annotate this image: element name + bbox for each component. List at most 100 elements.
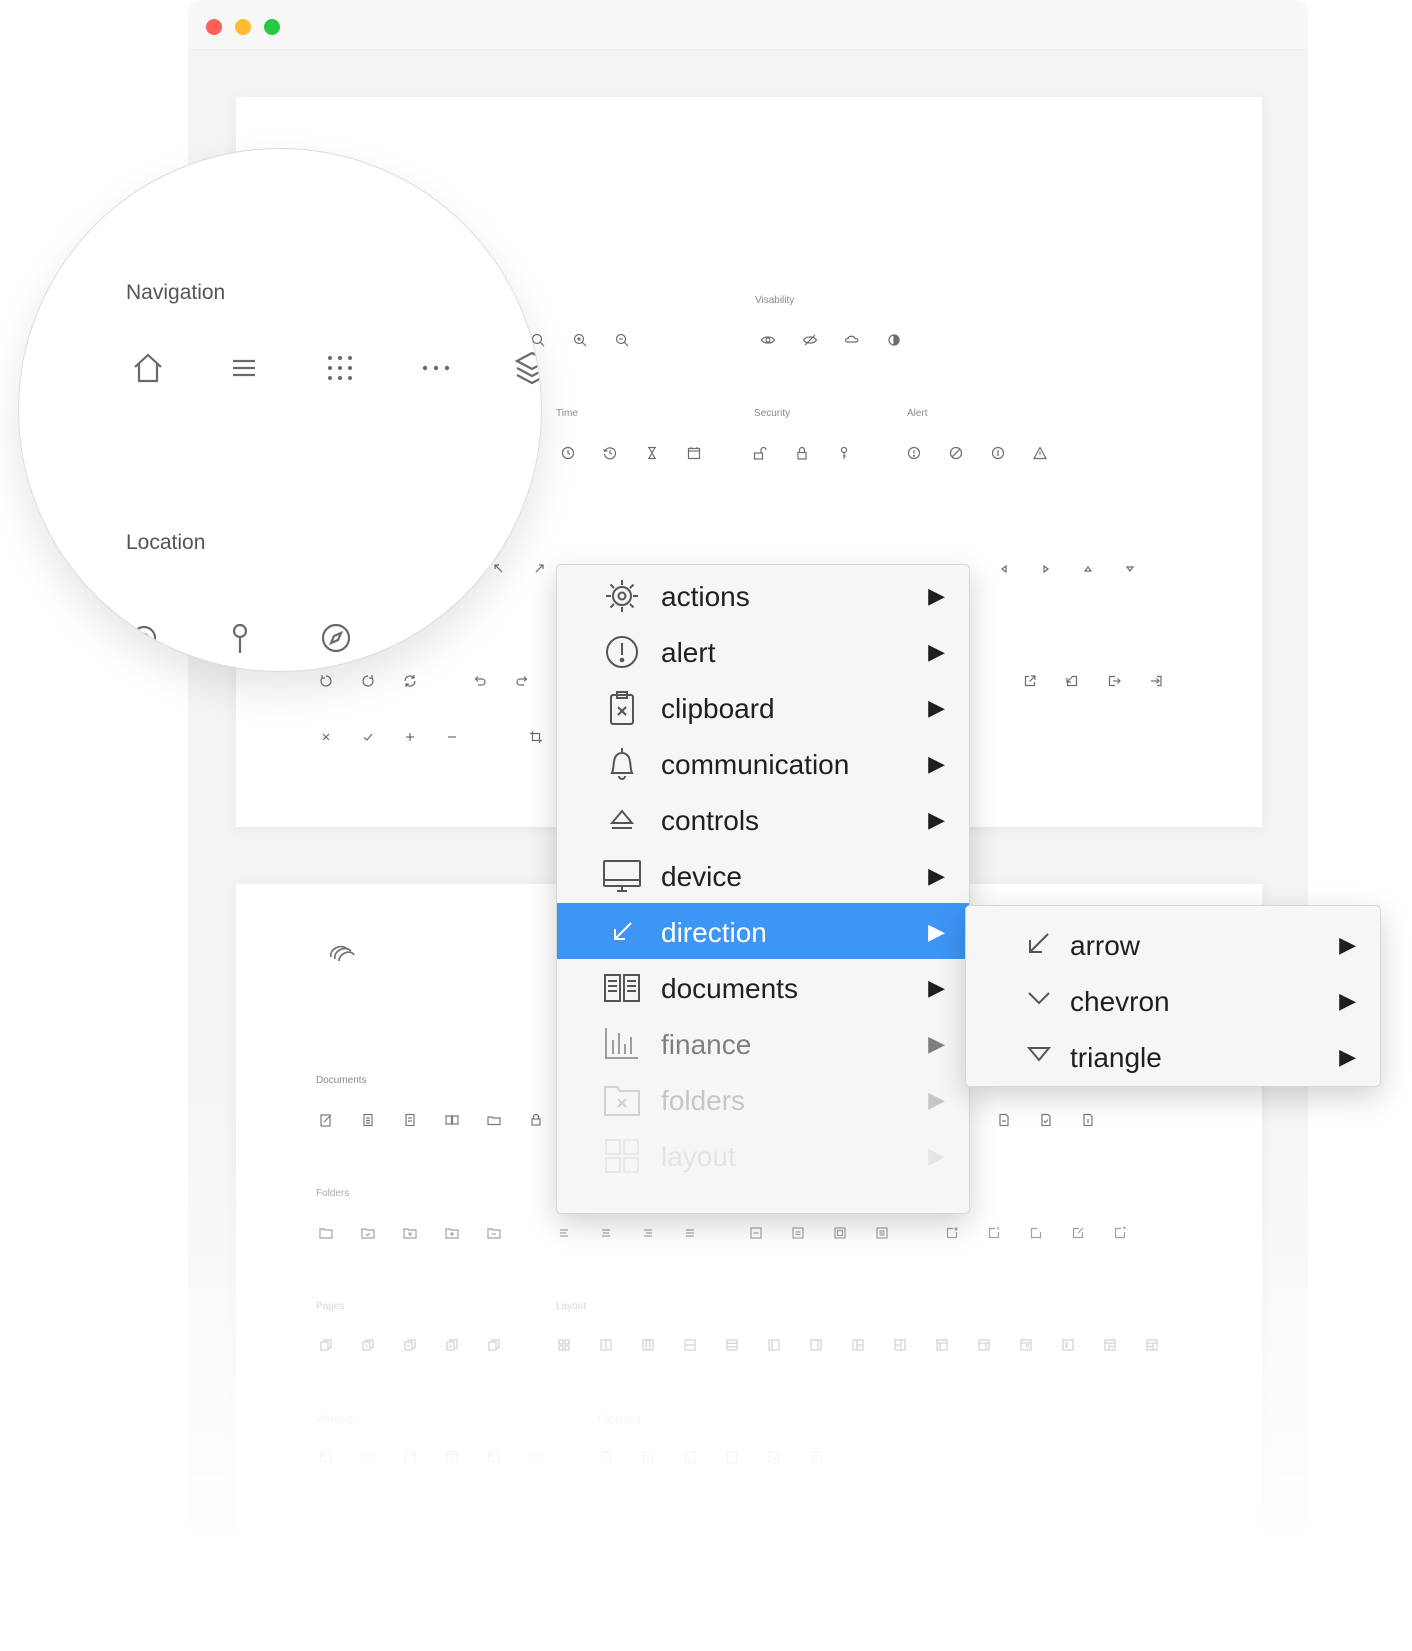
menu-item-finance[interactable]: finance ▶ [557,1015,969,1071]
zoom-in-icon[interactable] [572,332,588,348]
file-edit-icon[interactable] [1070,1225,1086,1241]
document-list-icon[interactable] [402,1112,418,1128]
history-icon[interactable] [602,445,618,461]
minimize-button[interactable] [235,19,251,35]
file-info-icon[interactable] [1080,1112,1096,1128]
square-doc-icon[interactable] [874,1225,890,1241]
layout-header-left-icon[interactable] [934,1337,950,1353]
clipboard-list-icon[interactable] [808,1449,824,1465]
plus-icon[interactable] [402,729,418,745]
lock-icon[interactable] [794,445,810,461]
eye-off-icon[interactable] [802,332,818,348]
info-icon[interactable] [990,445,1006,461]
document-lock-icon[interactable] [528,1112,544,1128]
webpage-minus-icon[interactable] [402,1449,418,1465]
file-export-icon[interactable] [986,1225,1002,1241]
file-corner-icon[interactable] [944,1225,960,1241]
eye-icon[interactable] [760,332,776,348]
import-icon[interactable] [1064,673,1080,689]
contrast-icon[interactable] [886,332,902,348]
folder-open-icon[interactable] [486,1112,502,1128]
log-out-icon[interactable] [1106,673,1122,689]
triangle-right-icon[interactable] [1038,561,1054,577]
folder-minus-icon[interactable] [486,1225,502,1241]
align-center-icon[interactable] [598,1225,614,1241]
layout-rows-icon[interactable] [682,1337,698,1353]
menu-item-controls[interactable]: controls ▶ [557,791,969,847]
rotate-right-icon[interactable] [360,673,376,689]
folder-icon[interactable] [318,1225,334,1241]
log-in-icon[interactable] [1148,673,1164,689]
layout-table-icon[interactable] [1102,1337,1118,1353]
file-check-icon[interactable] [1038,1112,1054,1128]
clipboard-small-icon[interactable] [598,1449,614,1465]
menu-item-clipboard[interactable]: clipboard ▶ [557,679,969,735]
pages-add-icon[interactable] [360,1337,376,1353]
webpage-add-icon[interactable] [360,1449,376,1465]
pages-list-icon[interactable] [402,1337,418,1353]
menu-item-folders[interactable]: folders ▶ [557,1071,969,1127]
submenu-item-arrow[interactable]: arrow ▶ [966,916,1380,972]
menu-item-device[interactable]: device ▶ [557,847,969,903]
menu-item-actions[interactable]: actions ▶ [557,567,969,623]
clipboard-minus-icon[interactable] [682,1449,698,1465]
layout-panel-icon[interactable] [1144,1337,1160,1353]
webpage-plus-icon[interactable] [444,1449,460,1465]
pages-copy-icon[interactable] [486,1337,502,1353]
pin-icon[interactable] [221,619,259,657]
menu-item-direction[interactable]: direction ▶ [557,903,969,959]
layout-header-right-icon[interactable] [976,1337,992,1353]
clipboard-plus-icon[interactable] [766,1449,782,1465]
key-icon[interactable] [836,445,852,461]
file-frame-icon[interactable] [1028,1225,1044,1241]
align-right-icon[interactable] [640,1225,656,1241]
close-icon[interactable] [318,729,334,745]
cloud-icon[interactable] [844,332,860,348]
layout-columns-icon[interactable] [598,1337,614,1353]
align-left-icon[interactable] [556,1225,572,1241]
minus-icon[interactable] [444,729,460,745]
grid-icon[interactable] [321,349,359,387]
target-icon[interactable] [125,619,163,657]
webpage-edit-icon[interactable] [486,1449,502,1465]
zoom-button[interactable] [264,19,280,35]
webpage-code-icon[interactable] [528,1449,544,1465]
layers-icon[interactable] [513,349,541,387]
submenu-item-chevron[interactable]: chevron ▶ [966,972,1380,1028]
unlock-icon[interactable] [752,445,768,461]
home-icon[interactable] [129,349,167,387]
menu-item-alert[interactable]: alert ▶ [557,623,969,679]
folder-add-icon[interactable] [444,1225,460,1241]
book-open-icon[interactable] [444,1112,460,1128]
more-icon[interactable] [417,349,455,387]
check-icon[interactable] [360,729,376,745]
file-share-icon[interactable] [1112,1225,1128,1241]
pages-icon[interactable] [318,1337,334,1353]
document-icon[interactable] [360,1112,376,1128]
layout-grid-icon[interactable] [556,1337,572,1353]
triangle-left-icon[interactable] [996,561,1012,577]
external-link-icon[interactable] [1022,673,1038,689]
calendar-icon[interactable] [686,445,702,461]
compass-icon[interactable] [317,619,355,657]
folder-remove-icon[interactable] [402,1225,418,1241]
webpage-icon[interactable] [318,1449,334,1465]
pages-edit-icon[interactable] [444,1337,460,1353]
zoom-out-icon[interactable] [614,332,630,348]
warning-icon[interactable] [1032,445,1048,461]
layout-split-left-icon[interactable] [850,1337,866,1353]
layout-text-left-icon[interactable] [1018,1337,1034,1353]
hourglass-icon[interactable] [644,445,660,461]
redo-icon[interactable] [514,673,530,689]
undo-icon[interactable] [472,673,488,689]
layout-text-right-icon[interactable] [1060,1337,1076,1353]
menu-item-documents[interactable]: documents ▶ [557,959,969,1015]
triangle-up-icon[interactable] [1080,561,1096,577]
document-edit-icon[interactable] [318,1112,334,1128]
clipboard-add-icon[interactable] [640,1449,656,1465]
arrow-up-right-icon[interactable] [532,560,548,576]
crop-icon[interactable] [528,729,544,745]
layout-sidebar-right-icon[interactable] [808,1337,824,1353]
submenu-item-triangle[interactable]: triangle ▶ [966,1028,1380,1084]
square-text-icon[interactable] [832,1225,848,1241]
